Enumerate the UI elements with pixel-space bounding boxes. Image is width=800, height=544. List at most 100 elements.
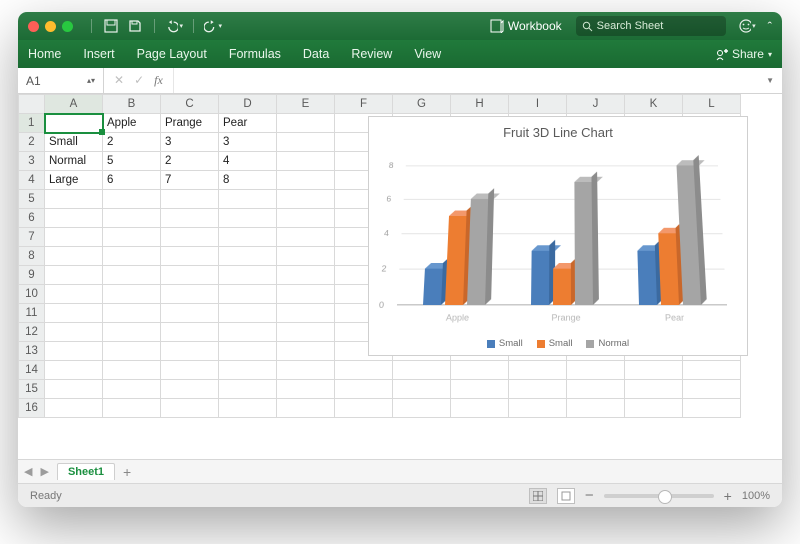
tab-home[interactable]: Home (28, 47, 61, 61)
cell[interactable]: 4 (219, 152, 277, 171)
prev-sheet-icon[interactable]: ◀ (24, 465, 32, 478)
spreadsheet-grid[interactable]: A B C D E F G H I J K L 1ApplePrangePear… (18, 94, 782, 459)
col-header[interactable]: J (567, 95, 625, 114)
maximize-icon[interactable] (62, 21, 73, 32)
cell[interactable] (335, 361, 393, 380)
cell[interactable] (277, 342, 335, 361)
cell[interactable] (161, 323, 219, 342)
redo-icon[interactable]: ▾ (204, 17, 222, 35)
name-box[interactable]: A1 ▴▾ (18, 68, 104, 93)
cell[interactable] (103, 228, 161, 247)
row-header[interactable]: 14 (19, 361, 45, 380)
cell[interactable] (335, 380, 393, 399)
page-layout-view-icon[interactable] (557, 488, 575, 504)
cell[interactable] (451, 380, 509, 399)
cell[interactable] (103, 342, 161, 361)
cell[interactable] (103, 209, 161, 228)
accept-formula-icon[interactable]: ✓ (134, 73, 144, 88)
cell[interactable] (277, 304, 335, 323)
cell[interactable] (103, 304, 161, 323)
cell[interactable]: 7 (161, 171, 219, 190)
row-header[interactable]: 4 (19, 171, 45, 190)
tab-page-layout[interactable]: Page Layout (137, 47, 207, 61)
col-header[interactable]: F (335, 95, 393, 114)
cell[interactable] (45, 228, 103, 247)
row-header[interactable]: 6 (19, 209, 45, 228)
add-sheet-button[interactable]: + (123, 464, 131, 480)
cell[interactable] (451, 399, 509, 418)
cell[interactable] (625, 399, 683, 418)
cell[interactable] (45, 304, 103, 323)
cell[interactable] (567, 361, 625, 380)
cell[interactable] (45, 209, 103, 228)
cell[interactable] (277, 114, 335, 133)
row-header[interactable]: 7 (19, 228, 45, 247)
cell[interactable] (277, 380, 335, 399)
cell[interactable] (277, 133, 335, 152)
cell[interactable] (45, 285, 103, 304)
cell[interactable] (567, 380, 625, 399)
col-header[interactable]: L (683, 95, 741, 114)
row-header[interactable]: 12 (19, 323, 45, 342)
col-header[interactable]: H (451, 95, 509, 114)
cell[interactable] (161, 190, 219, 209)
row-header[interactable]: 16 (19, 399, 45, 418)
cell[interactable] (625, 361, 683, 380)
col-header[interactable]: D (219, 95, 277, 114)
cell[interactable] (219, 304, 277, 323)
row-header[interactable]: 13 (19, 342, 45, 361)
cell[interactable] (683, 361, 741, 380)
cell[interactable]: Large (45, 171, 103, 190)
save-icon[interactable] (126, 17, 144, 35)
cell[interactable] (219, 209, 277, 228)
cell[interactable] (103, 323, 161, 342)
row-header[interactable]: 9 (19, 266, 45, 285)
cell[interactable] (103, 285, 161, 304)
cell[interactable] (219, 399, 277, 418)
cell[interactable] (277, 171, 335, 190)
cell[interactable]: 2 (103, 133, 161, 152)
zoom-out-button[interactable]: − (585, 487, 594, 504)
feedback-icon[interactable]: ▾ (738, 17, 756, 35)
cell[interactable] (277, 285, 335, 304)
cell[interactable] (277, 399, 335, 418)
cell[interactable] (335, 399, 393, 418)
sheet-tab[interactable]: Sheet1 (57, 463, 115, 480)
zoom-slider[interactable] (604, 494, 714, 498)
minimize-icon[interactable] (45, 21, 56, 32)
cell[interactable]: 2 (161, 152, 219, 171)
embedded-chart[interactable]: Fruit 3D Line Chart 02468ApplePrangePear… (368, 116, 748, 356)
row-header[interactable]: 5 (19, 190, 45, 209)
cell[interactable] (277, 361, 335, 380)
cell[interactable] (509, 361, 567, 380)
col-header[interactable]: C (161, 95, 219, 114)
cell[interactable] (45, 266, 103, 285)
cell[interactable] (219, 247, 277, 266)
row-header[interactable]: 3 (19, 152, 45, 171)
cell[interactable] (393, 399, 451, 418)
share-button[interactable]: Share ▾ (715, 47, 772, 61)
cell[interactable]: Pear (219, 114, 277, 133)
cell[interactable] (277, 266, 335, 285)
cell[interactable] (45, 399, 103, 418)
cell[interactable] (161, 266, 219, 285)
tab-insert[interactable]: Insert (83, 47, 114, 61)
tab-review[interactable]: Review (351, 47, 392, 61)
cell[interactable] (103, 361, 161, 380)
tab-data[interactable]: Data (303, 47, 329, 61)
cell[interactable] (451, 361, 509, 380)
cell[interactable]: 3 (219, 133, 277, 152)
cell[interactable]: 5 (103, 152, 161, 171)
cell[interactable]: 3 (161, 133, 219, 152)
row-header[interactable]: 10 (19, 285, 45, 304)
chevron-up-down-icon[interactable]: ▴▾ (87, 76, 95, 85)
cell[interactable]: 8 (219, 171, 277, 190)
search-sheet[interactable]: Search Sheet (576, 16, 726, 36)
cell[interactable] (509, 399, 567, 418)
col-header[interactable]: B (103, 95, 161, 114)
cell[interactable] (219, 285, 277, 304)
expand-formula-icon[interactable]: ▼ (758, 76, 782, 85)
select-all[interactable] (19, 95, 45, 114)
cell[interactable] (219, 361, 277, 380)
close-icon[interactable] (28, 21, 39, 32)
